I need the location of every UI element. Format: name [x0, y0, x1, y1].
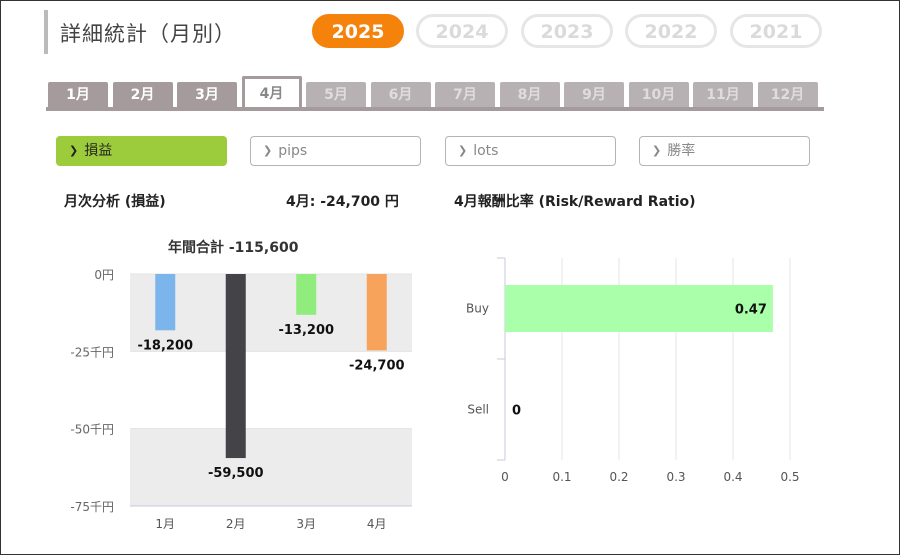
- bar-2月[interactable]: [225, 274, 246, 459]
- bar-4月[interactable]: [366, 274, 387, 351]
- bar-value-label: -13,200: [278, 323, 334, 338]
- y-tick-label: -50千円: [70, 423, 114, 437]
- bar-3月[interactable]: [296, 274, 317, 315]
- bar-value-label: -59,500: [208, 466, 264, 481]
- x-tick-label: 1月: [155, 517, 175, 531]
- y-tick-label: -75千円: [70, 500, 114, 514]
- y-tick-label: -25千円: [70, 345, 114, 359]
- bar-1月[interactable]: [155, 274, 176, 331]
- bar-value-label: -24,700: [349, 358, 405, 373]
- bar-value-label: -18,200: [137, 338, 193, 353]
- y-tick-label: 0円: [94, 268, 114, 282]
- plot-band: [130, 428, 412, 506]
- monthly-pl-chart: 0円 -25千円 -50千円 -75千円 -18,200 1月 -59,500 2月 -13,2…: [70, 268, 412, 531]
- x-tick-label: 2月: [226, 517, 246, 531]
- x-tick-label: 4月: [367, 517, 387, 531]
- x-tick-label: 3月: [296, 517, 316, 531]
